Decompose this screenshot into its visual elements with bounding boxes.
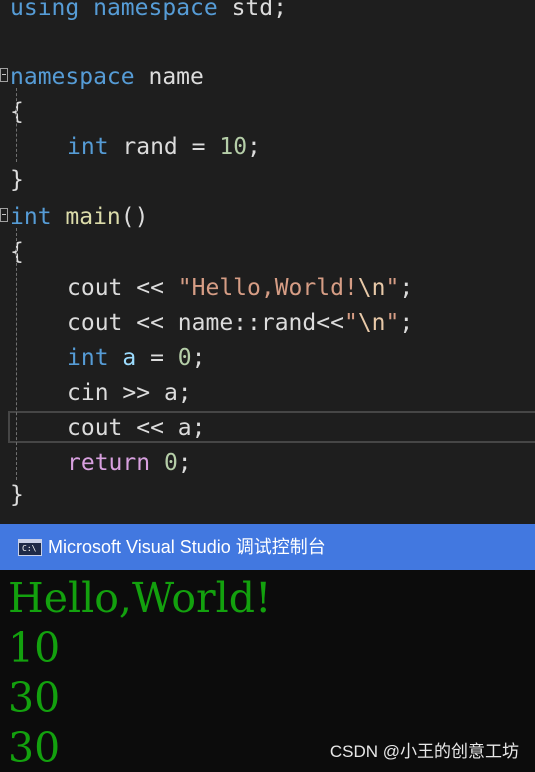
- watermark: CSDN @小王的创意工坊: [329, 742, 519, 761]
- string-quote: ": [385, 310, 400, 336]
- number-literal: 10: [219, 134, 248, 160]
- code-line-a-decl[interactable]: int a = 0;: [67, 341, 206, 376]
- keyword-int: int: [67, 345, 109, 371]
- operator: <<: [316, 310, 344, 336]
- number-literal: 0: [177, 345, 192, 371]
- variable: a: [163, 380, 178, 406]
- operator: <<: [122, 275, 178, 301]
- stream: cout: [67, 415, 123, 441]
- code-line-cin[interactable]: cin >> a;: [67, 376, 192, 411]
- stream: cout: [67, 275, 123, 301]
- console-icon-label: C:\: [22, 544, 37, 553]
- code-line-namespace[interactable]: namespace name: [10, 60, 204, 95]
- stream: cout: [67, 310, 123, 336]
- code-editor[interactable]: using namespace std; namespace name { in…: [0, 0, 535, 518]
- operator: <<: [122, 415, 178, 441]
- semicolon: ;: [191, 345, 206, 371]
- keyword-namespace: namespace: [93, 0, 218, 21]
- keyword-return: return: [67, 450, 151, 476]
- operator: >>: [108, 380, 164, 406]
- keyword-int: int: [10, 204, 52, 230]
- code-line-rand-decl[interactable]: int rand = 10;: [67, 130, 261, 165]
- escape-sequence: \n: [357, 275, 386, 301]
- code-line-cout-rand[interactable]: cout << name::rand<<"\n";: [67, 306, 413, 341]
- indent-guide: [16, 228, 17, 480]
- parens: (): [120, 204, 149, 230]
- indent-guide: [16, 88, 17, 162]
- brace: }: [10, 167, 24, 193]
- namespace-name: name: [134, 64, 204, 90]
- stream: cin: [67, 380, 109, 406]
- escape-sequence: \n: [357, 310, 386, 336]
- console-output-line: 10: [8, 624, 61, 672]
- string-quote: ": [343, 310, 358, 336]
- operator: =: [177, 134, 220, 160]
- console-icon: C:\: [18, 539, 42, 556]
- code-line-brace-close[interactable]: }: [10, 478, 24, 513]
- code-line-main[interactable]: int main(): [10, 200, 149, 235]
- number-literal: 0: [150, 450, 178, 476]
- code-line-using[interactable]: using namespace std;: [10, 0, 287, 26]
- function-name: main: [51, 204, 121, 230]
- fold-toggle-icon[interactable]: [0, 208, 8, 222]
- code-line-brace-close[interactable]: }: [10, 163, 24, 198]
- semicolon: ;: [191, 415, 206, 441]
- console-output-line: Hello,World!: [8, 574, 272, 622]
- fold-toggle-icon[interactable]: [0, 68, 8, 82]
- code-text: std;: [217, 0, 287, 21]
- semicolon: ;: [399, 310, 414, 336]
- keyword-int: int: [67, 134, 109, 160]
- console-title-bar[interactable]: C:\ Microsoft Visual Studio 调试控制台: [0, 524, 535, 570]
- string-literal: "Hello,World!: [177, 275, 358, 301]
- console-output-line: 30: [8, 724, 61, 772]
- keyword-namespace: namespace: [10, 64, 135, 90]
- semicolon: ;: [399, 275, 414, 301]
- operator: =: [136, 345, 178, 371]
- semicolon: ;: [247, 134, 261, 160]
- semicolon: ;: [177, 450, 192, 476]
- scoped-identifier: name::rand: [177, 310, 317, 336]
- console-title: Microsoft Visual Studio 调试控制台: [48, 537, 326, 557]
- brace: }: [10, 482, 24, 508]
- variable: a: [108, 345, 137, 371]
- code-line-cout-hello[interactable]: cout << "Hello,World!\n";: [67, 271, 413, 306]
- console-output-line: 30: [8, 674, 61, 722]
- code-line-cout-a[interactable]: cout << a;: [67, 411, 206, 446]
- variable: a: [177, 415, 192, 441]
- identifier: rand: [108, 134, 178, 160]
- keyword-using: using: [10, 0, 80, 21]
- code-line-return[interactable]: return 0;: [67, 446, 192, 481]
- string-quote: ": [385, 275, 400, 301]
- operator: <<: [122, 310, 178, 336]
- semicolon: ;: [177, 380, 192, 406]
